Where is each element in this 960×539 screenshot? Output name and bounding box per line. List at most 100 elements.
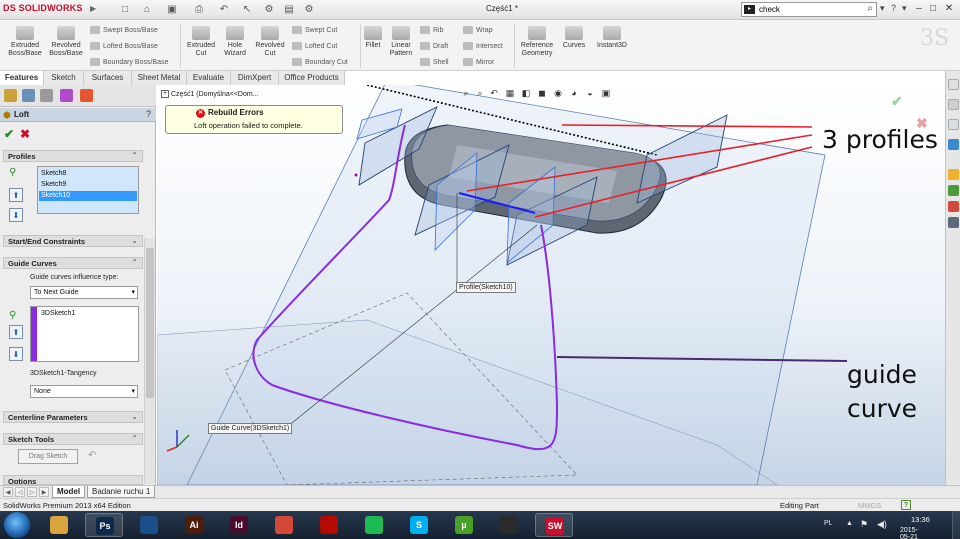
folder-icon[interactable] <box>948 169 959 180</box>
influence-select[interactable]: To Next Guide ▾ <box>30 286 138 299</box>
taskbar-app-chrome[interactable] <box>265 513 303 537</box>
tab-dimxpert[interactable]: DimXpert <box>231 71 279 85</box>
pm-scrollbar[interactable] <box>144 238 155 484</box>
swept-cut-button[interactable]: Swept Cut <box>292 26 337 34</box>
collapse-icon[interactable]: ⌃ <box>131 434 138 443</box>
instant3d-button[interactable]: Instant3D <box>592 26 632 50</box>
guide-curves-group-header[interactable]: Guide Curves ⌃ <box>3 257 143 269</box>
action-center-icon[interactable]: ⚑ <box>860 519 868 530</box>
close-button[interactable]: ✕ <box>942 2 956 16</box>
custom-properties-icon[interactable] <box>948 217 959 228</box>
ok-icon[interactable]: ✔ <box>4 127 14 141</box>
guide-curves-list[interactable]: 3DSketch1 <box>30 306 139 362</box>
help-icon[interactable]: ? <box>146 109 151 119</box>
draft-button[interactable]: Draft <box>420 42 448 50</box>
collapse-icon[interactable]: ⌃ <box>131 151 138 160</box>
centerline-group-header[interactable]: Centerline Parameters ⌄ <box>3 411 143 423</box>
configuration-manager-icon[interactable] <box>40 89 53 102</box>
taskbar-app-explorer[interactable] <box>40 513 78 537</box>
taskbar-app-indesign[interactable]: Id <box>220 513 258 537</box>
taskbar-app-photoshop[interactable]: Ps <box>85 513 123 537</box>
move-down-button[interactable]: ⬇ <box>9 208 23 222</box>
tab-sheet-metal[interactable]: Sheet Metal <box>132 71 187 85</box>
taskbar-app-illustrator[interactable]: Ai <box>175 513 213 537</box>
extruded-boss-button[interactable]: Extruded Boss/Base <box>6 26 44 58</box>
tab-features[interactable]: Features <box>0 71 44 85</box>
appearances-icon[interactable] <box>948 201 959 212</box>
lofted-cut-button[interactable]: Lofted Cut <box>292 42 337 50</box>
feature-manager-icon[interactable] <box>4 89 17 102</box>
curves-button[interactable]: Curves <box>560 26 588 50</box>
move-down-button[interactable]: ⬇ <box>9 347 23 361</box>
list-item[interactable]: 3DSketch1 <box>39 309 137 319</box>
open-icon[interactable]: ⌂ <box>140 3 154 17</box>
section-view-icon[interactable]: ▦ <box>504 87 516 99</box>
save-icon[interactable]: ▣ <box>165 3 179 17</box>
taskbar-app-cinema[interactable] <box>130 513 168 537</box>
graphics-area[interactable]: ⌕ ⌕ ↶ ▦ ◧ ◼ ◉ ◕ ◒ ▣ + Część1 (Domyślna<<D… <box>157 85 945 485</box>
clock-date[interactable]: 2015-05-21 <box>900 527 918 539</box>
appearance-icon[interactable]: ◕ <box>568 87 580 99</box>
tangency-select[interactable]: None ▾ <box>30 385 138 398</box>
select-icon[interactable]: ↖ <box>240 3 254 17</box>
previous-view-icon[interactable]: ↶ <box>488 87 500 99</box>
taskbar-app-acrobat[interactable] <box>310 513 348 537</box>
rib-button[interactable]: Rib <box>420 26 444 34</box>
solidworks-logo[interactable]: DS SOLIDWORKS <box>3 3 83 13</box>
scene-icon[interactable]: ◒ <box>584 87 596 99</box>
view-settings-icon[interactable]: ▣ <box>600 87 612 99</box>
profile-callout[interactable]: Profile(Sketch10) <box>456 282 516 293</box>
search-input[interactable] <box>759 4 855 15</box>
next-tab-icon[interactable]: ▷ <box>27 487 37 497</box>
taskbar-app-utorrent[interactable]: µ <box>445 513 483 537</box>
print-icon[interactable]: ⎙ <box>192 3 206 17</box>
wrap-button[interactable]: Wrap <box>463 26 493 34</box>
taskbar-app-steam[interactable] <box>490 513 528 537</box>
menu-arrow-icon[interactable]: ▶ <box>90 4 96 13</box>
file-explorer-icon[interactable] <box>948 119 959 130</box>
tab-motion-study[interactable]: Badanie ruchu 1 <box>87 486 156 498</box>
tab-evaluate[interactable]: Evaluate <box>187 71 231 85</box>
tab-office-products[interactable]: Office Products <box>279 71 345 85</box>
start-button[interactable] <box>4 512 30 538</box>
maximize-button[interactable]: □ <box>926 2 940 16</box>
dimxpert-manager-icon[interactable] <box>60 89 73 102</box>
tab-model[interactable]: Model <box>52 486 86 498</box>
minimize-button[interactable]: – <box>912 2 926 16</box>
last-tab-icon[interactable]: ▶ <box>39 487 49 497</box>
taskbar-app-spotify[interactable] <box>355 513 393 537</box>
revolved-cut-button[interactable]: Revolved Cut <box>251 26 289 58</box>
move-up-button[interactable]: ⬆ <box>9 188 23 202</box>
volume-icon[interactable]: ◀) <box>877 519 887 530</box>
start-end-group-header[interactable]: Start/End Constraints ⌄ <box>3 235 143 247</box>
confirm-ok-icon[interactable]: ✔ <box>891 93 903 110</box>
show-desktop-button[interactable] <box>952 511 960 539</box>
first-tab-icon[interactable]: ◀ <box>3 487 13 497</box>
file-properties-icon[interactable]: ▤ <box>282 3 296 17</box>
reference-geometry-button[interactable]: Reference Geometry <box>516 26 558 58</box>
rebuild-icon[interactable]: ⚙ <box>262 3 276 17</box>
show-hidden-icons-icon[interactable]: ▲ <box>846 520 853 527</box>
search-dropdown-icon[interactable]: ▾ <box>880 3 885 14</box>
search-pane-icon[interactable] <box>948 139 959 150</box>
zoom-area-icon[interactable]: ⌕ <box>474 87 486 99</box>
list-item[interactable]: Sketch9 <box>39 180 137 190</box>
undo-icon[interactable]: ↶ <box>88 450 96 461</box>
shell-button[interactable]: Shell <box>420 58 449 66</box>
boundary-cut-button[interactable]: Boundary Cut <box>292 58 348 66</box>
sketch-tools-group-header[interactable]: Sketch Tools ⌃ <box>3 433 143 445</box>
tab-sketch[interactable]: Sketch <box>44 71 84 85</box>
guide-curve-callout[interactable]: Guide Curve(3DSketch1) <box>208 423 293 434</box>
cancel-icon[interactable]: ✖ <box>20 127 30 141</box>
language-indicator[interactable]: PL <box>824 520 833 527</box>
taskbar-app-skype[interactable]: S <box>400 513 438 537</box>
expand-icon[interactable]: ⌄ <box>131 236 138 245</box>
property-manager-icon[interactable] <box>22 89 35 102</box>
profiles-group-header[interactable]: Profiles ⌃ <box>3 150 143 162</box>
drag-sketch-button[interactable]: Drag Sketch <box>18 449 78 464</box>
mirror-button[interactable]: Mirror <box>463 58 494 66</box>
profiles-list[interactable]: Sketch8 Sketch9 Sketch10 <box>37 166 139 214</box>
boundary-boss-button[interactable]: Boundary Boss/Base <box>90 58 168 66</box>
intersect-button[interactable]: Intersect <box>463 42 503 50</box>
display-style-icon[interactable]: ◼ <box>536 87 548 99</box>
